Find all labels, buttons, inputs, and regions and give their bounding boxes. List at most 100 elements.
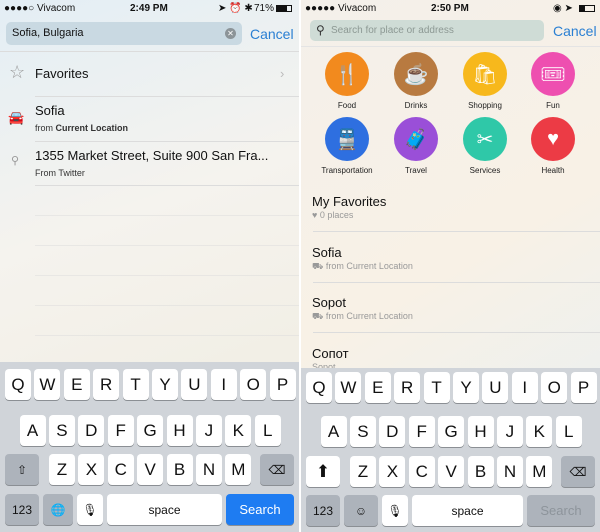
keyboard: Q W E R T Y U I O P A S D F G H J K L Z X C V B N M ⬆ ⌫ 123 ☺ 🎙 space Se… [301, 368, 600, 532]
key-v[interactable]: V [438, 456, 465, 487]
key-v[interactable]: V [137, 454, 164, 485]
key-w[interactable]: W [335, 372, 362, 403]
carrier: ●●●●○ Vivacom [4, 3, 76, 14]
key-b[interactable]: B [166, 454, 193, 485]
battery-percent: 71% [254, 3, 275, 14]
key-p[interactable]: P [570, 372, 597, 403]
key-q[interactable]: Q [306, 372, 332, 403]
key-b[interactable]: B [467, 456, 494, 487]
clear-icon[interactable]: ✕ [225, 28, 236, 39]
key-f[interactable]: F [107, 415, 134, 446]
category-shopping[interactable]: 🛍 Shopping [450, 52, 520, 110]
key-l[interactable]: L [555, 416, 582, 447]
key-r[interactable]: R [394, 372, 421, 403]
list-item[interactable]: My Favorites ♥ 0 places [301, 192, 600, 234]
key-e[interactable]: E [63, 369, 90, 400]
key-s[interactable]: S [349, 416, 376, 447]
key-k[interactable]: K [526, 416, 553, 447]
key-o[interactable]: O [240, 369, 267, 400]
numbers-key[interactable]: 123 [306, 495, 340, 526]
search-input[interactable]: Sofia, Bulgaria ✕ [6, 22, 242, 45]
fun-icon: 🎟 [531, 52, 575, 96]
key-l[interactable]: L [254, 415, 281, 446]
key-n[interactable]: N [196, 454, 222, 485]
key-t[interactable]: T [423, 372, 450, 403]
key-q[interactable]: Q [5, 369, 31, 400]
key-y[interactable]: Y [152, 369, 178, 400]
category-label: Health [541, 166, 565, 175]
favorites-row[interactable]: ☆ Favorites › [0, 60, 299, 90]
key-g[interactable]: G [137, 415, 164, 446]
key-d[interactable]: D [379, 416, 406, 447]
travel-icon: 🧳 [394, 117, 438, 161]
key-c[interactable]: C [107, 454, 134, 485]
key-h[interactable]: H [166, 415, 193, 446]
key-z[interactable]: Z [49, 454, 75, 485]
list-item[interactable]: Sofia ⛟ from Current Location [301, 243, 600, 285]
key-x[interactable]: X [78, 454, 105, 485]
category-travel[interactable]: 🧳 Travel [381, 117, 451, 175]
space-key[interactable]: space [107, 494, 222, 525]
category-transportation[interactable]: 🚆 Transportation [312, 117, 382, 175]
category-label: Fun [546, 101, 560, 110]
row-sub: ⛟ from Current Location [312, 311, 413, 321]
sofia-row[interactable]: 🚘 Sofia from Current Location [0, 100, 299, 138]
key-h[interactable]: H [467, 416, 494, 447]
microphone-key[interactable]: 🎙 [382, 495, 408, 526]
search-key[interactable]: Search [527, 495, 595, 526]
row-sub: ⛟ from Current Location [312, 260, 413, 271]
key-a[interactable]: A [320, 416, 347, 447]
cancel-button[interactable]: Cancel [553, 23, 597, 39]
shift-key[interactable]: ⇧ [5, 454, 39, 485]
key-f[interactable]: F [408, 416, 435, 447]
key-r[interactable]: R [93, 369, 120, 400]
category-label: Drinks [404, 101, 428, 110]
cancel-button[interactable]: Cancel [250, 26, 294, 42]
key-i[interactable]: I [511, 372, 538, 403]
key-k[interactable]: K [225, 415, 252, 446]
key-y[interactable]: Y [453, 372, 479, 403]
key-i[interactable]: I [210, 369, 237, 400]
search-placeholder: Search for place or address [331, 25, 454, 36]
category-drinks[interactable]: ☕ Drinks [381, 52, 451, 110]
microphone-key[interactable]: 🎙 [77, 494, 103, 525]
key-a[interactable]: A [19, 415, 46, 446]
search-key[interactable]: Search [226, 494, 294, 525]
keyboard: Q W E R T Y U I O P A S D F G H J K L Z X C V B N M ⇧ ⌫ 123 🌐 🎙 space Se… [0, 362, 299, 532]
key-x[interactable]: X [379, 456, 406, 487]
numbers-key[interactable]: 123 [5, 494, 39, 525]
key-n[interactable]: N [497, 456, 523, 487]
emoji-key[interactable]: ☺ [344, 495, 378, 526]
category-food[interactable]: 🍴 Food [312, 52, 382, 110]
key-j[interactable]: J [496, 416, 523, 447]
key-p[interactable]: P [269, 369, 296, 400]
key-w[interactable]: W [34, 369, 61, 400]
row-title: 1355 Market Street, Suite 900 San Fra... [35, 148, 269, 163]
globe-key[interactable]: 🌐 [43, 494, 73, 525]
list-item[interactable]: Sopot ⛟ from Current Location [301, 293, 600, 335]
delete-key[interactable]: ⌫ [561, 456, 595, 487]
key-o[interactable]: O [541, 372, 568, 403]
key-z[interactable]: Z [350, 456, 376, 487]
category-health[interactable]: ♥ Health [518, 117, 588, 175]
battery-icon [276, 5, 292, 12]
search-icon: ⚲ [11, 155, 20, 167]
key-s[interactable]: S [48, 415, 75, 446]
search-input[interactable]: ⚲ Search for place or address [310, 20, 544, 41]
category-services[interactable]: ✂ Services [450, 117, 520, 175]
shift-key[interactable]: ⬆ [306, 456, 340, 487]
delete-key[interactable]: ⌫ [260, 454, 294, 485]
key-e[interactable]: E [364, 372, 391, 403]
address-row[interactable]: ⚲ 1355 Market Street, Suite 900 San Fra.… [0, 145, 299, 183]
category-fun[interactable]: 🎟 Fun [518, 52, 588, 110]
key-j[interactable]: J [195, 415, 222, 446]
key-m[interactable]: M [526, 456, 553, 487]
key-c[interactable]: C [408, 456, 435, 487]
key-g[interactable]: G [438, 416, 465, 447]
key-m[interactable]: M [225, 454, 252, 485]
key-d[interactable]: D [78, 415, 105, 446]
key-u[interactable]: U [482, 372, 509, 403]
key-u[interactable]: U [181, 369, 208, 400]
space-key[interactable]: space [412, 495, 523, 526]
key-t[interactable]: T [122, 369, 149, 400]
